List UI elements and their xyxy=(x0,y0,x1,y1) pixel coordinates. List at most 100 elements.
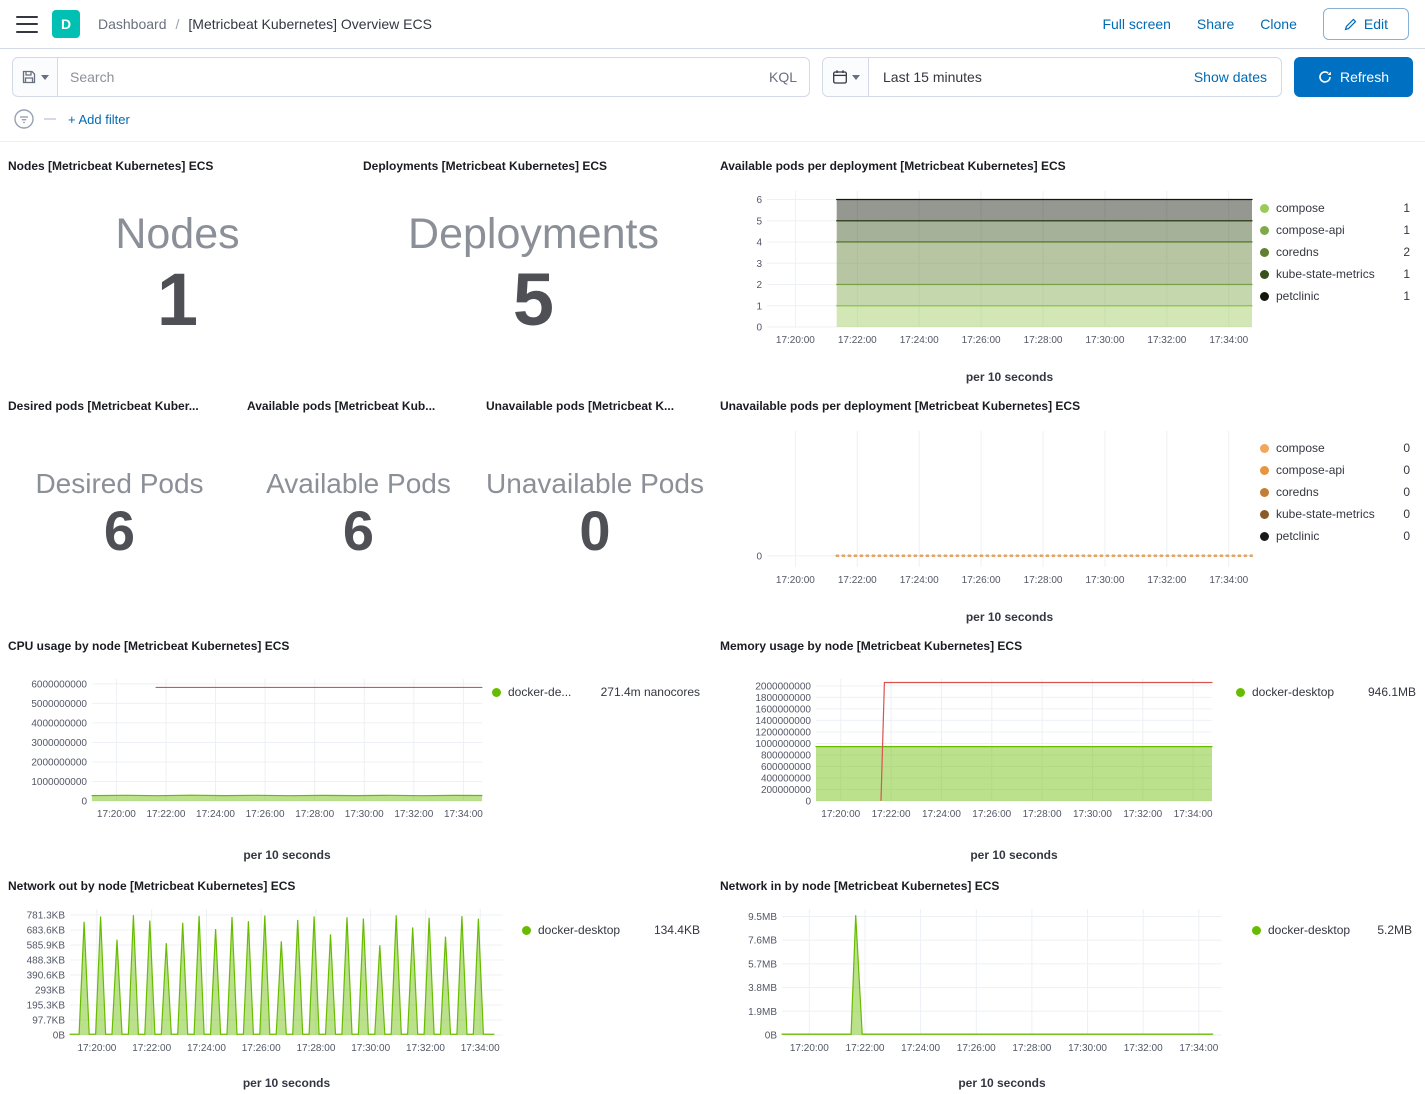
legend-item[interactable]: coredns0 xyxy=(1260,485,1410,499)
chart-legend: docker-de...271.4m nanocores xyxy=(492,685,700,699)
panel-title-memory-usage[interactable]: Memory usage by node [Metricbeat Kuberne… xyxy=(712,629,1425,653)
series-color-dot xyxy=(522,926,531,935)
series-value: 946.1MB xyxy=(1360,685,1416,699)
filter-icon[interactable] xyxy=(12,107,36,131)
legend-item[interactable]: compose-api1 xyxy=(1260,223,1410,237)
svg-text:0: 0 xyxy=(756,551,762,562)
legend-item[interactable]: coredns2 xyxy=(1260,245,1410,259)
hamburger-menu-icon[interactable] xyxy=(16,16,38,33)
legend-item[interactable]: kube-state-metrics1 xyxy=(1260,267,1410,281)
memory-usage-chart: 17:20:0017:22:0017:24:0017:26:0017:28:00… xyxy=(712,655,1220,865)
panel-title-desired-pods[interactable]: Desired pods [Metricbeat Kuber... xyxy=(0,389,239,413)
series-color-dot xyxy=(1260,248,1269,257)
panel-title-cpu-usage[interactable]: CPU usage by node [Metricbeat Kubernetes… xyxy=(0,629,712,653)
svg-text:17:22:00: 17:22:00 xyxy=(846,1043,885,1054)
refresh-button[interactable]: Refresh xyxy=(1294,57,1413,97)
svg-text:390.6KB: 390.6KB xyxy=(27,970,66,981)
breadcrumb-dashboard[interactable]: Dashboard xyxy=(98,16,167,32)
panel-available-pods: Available pods [Metricbeat Kub... Availa… xyxy=(239,389,478,629)
chart-legend: docker-desktop134.4KB xyxy=(522,923,700,937)
svg-text:17:32:00: 17:32:00 xyxy=(1147,575,1186,586)
svg-text:585.9KB: 585.9KB xyxy=(27,940,66,951)
svg-text:195.3KB: 195.3KB xyxy=(27,1000,66,1011)
metric-value: 1 xyxy=(157,263,198,337)
show-dates-link[interactable]: Show dates xyxy=(1194,69,1281,85)
panel-title-deployments[interactable]: Deployments [Metricbeat Kubernetes] ECS xyxy=(355,149,712,173)
add-filter-link[interactable]: + Add filter xyxy=(68,112,130,127)
search-input[interactable] xyxy=(70,69,761,85)
panel-title-network-out[interactable]: Network out by node [Metricbeat Kubernet… xyxy=(0,869,712,893)
svg-text:781.3KB: 781.3KB xyxy=(27,910,66,921)
breadcrumb-current-page: [Metricbeat Kubernetes] Overview ECS xyxy=(188,16,432,32)
legend-item[interactable]: compose0 xyxy=(1260,441,1410,455)
panel-title-nodes[interactable]: Nodes [Metricbeat Kubernetes] ECS xyxy=(0,149,355,173)
legend-item[interactable]: compose-api0 xyxy=(1260,463,1410,477)
svg-text:17:26:00: 17:26:00 xyxy=(957,1043,996,1054)
svg-text:5.7MB: 5.7MB xyxy=(748,959,777,970)
legend-item[interactable]: docker-desktop946.1MB xyxy=(1236,685,1416,699)
panel-deployments: Deployments [Metricbeat Kubernetes] ECS … xyxy=(355,149,712,389)
legend-item[interactable]: docker-de...271.4m nanocores xyxy=(492,685,700,699)
svg-text:1: 1 xyxy=(756,301,762,312)
svg-text:17:30:00: 17:30:00 xyxy=(345,809,384,820)
metric-label: Nodes xyxy=(115,211,239,258)
svg-text:17:32:00: 17:32:00 xyxy=(406,1043,445,1054)
app-logo[interactable]: D xyxy=(52,10,80,38)
chevron-down-icon xyxy=(41,75,49,80)
svg-text:0B: 0B xyxy=(765,1031,778,1042)
legend-item[interactable]: docker-desktop5.2MB xyxy=(1252,923,1412,937)
panel-network-in: Network in by node [Metricbeat Kubernete… xyxy=(712,869,1425,1094)
series-color-dot xyxy=(1260,444,1269,453)
date-quick-select-button[interactable] xyxy=(823,58,869,96)
panel-title-unavailable-pods-chart[interactable]: Unavailable pods per deployment [Metricb… xyxy=(712,389,1425,413)
svg-text:per 10 seconds: per 10 seconds xyxy=(958,1076,1046,1090)
chart-legend: compose1 compose-api1 coredns2 kube-state-m… xyxy=(1260,201,1410,303)
panel-title-unavailable-pods[interactable]: Unavailable pods [Metricbeat K... xyxy=(478,389,712,413)
series-value: 0 xyxy=(1395,441,1410,455)
svg-text:3.8MB: 3.8MB xyxy=(748,983,777,994)
refresh-button-label: Refresh xyxy=(1340,69,1389,85)
svg-text:3: 3 xyxy=(756,259,762,270)
panel-memory-usage: Memory usage by node [Metricbeat Kuberne… xyxy=(712,629,1425,869)
series-value: 134.4KB xyxy=(646,923,700,937)
kql-badge[interactable]: KQL xyxy=(761,69,797,85)
svg-text:17:20:00: 17:20:00 xyxy=(97,809,136,820)
metric-value: 6 xyxy=(104,503,135,559)
svg-text:3000000000: 3000000000 xyxy=(31,738,87,749)
legend-item[interactable]: compose1 xyxy=(1260,201,1410,215)
svg-text:17:28:00: 17:28:00 xyxy=(1012,1043,1051,1054)
svg-text:17:30:00: 17:30:00 xyxy=(1073,809,1112,820)
svg-text:17:32:00: 17:32:00 xyxy=(1147,335,1186,346)
svg-text:6: 6 xyxy=(756,195,762,206)
panel-title-available-pods[interactable]: Available pods [Metricbeat Kub... xyxy=(239,389,478,413)
svg-text:17:28:00: 17:28:00 xyxy=(295,809,334,820)
full-screen-link[interactable]: Full screen xyxy=(1102,16,1170,32)
svg-text:2000000000: 2000000000 xyxy=(31,757,87,768)
legend-item[interactable]: petclinic1 xyxy=(1260,289,1410,303)
edit-button[interactable]: Edit xyxy=(1323,8,1409,40)
filter-divider xyxy=(44,118,56,120)
network-out-chart: 17:20:0017:22:0017:24:0017:26:0017:28:00… xyxy=(0,891,515,1093)
clone-link[interactable]: Clone xyxy=(1260,16,1297,32)
legend-item[interactable]: petclinic0 xyxy=(1260,529,1410,543)
svg-text:17:32:00: 17:32:00 xyxy=(394,809,433,820)
svg-text:17:34:00: 17:34:00 xyxy=(1179,1043,1218,1054)
series-color-dot xyxy=(1260,532,1269,541)
series-value: 1 xyxy=(1395,267,1410,281)
svg-text:0: 0 xyxy=(81,797,87,808)
svg-text:17:28:00: 17:28:00 xyxy=(1024,575,1063,586)
cpu-usage-chart: 17:20:0017:22:0017:24:0017:26:0017:28:00… xyxy=(0,655,490,865)
series-color-dot xyxy=(1260,292,1269,301)
time-range-display[interactable]: Last 15 minutes xyxy=(869,69,996,85)
breadcrumb: Dashboard / [Metricbeat Kubernetes] Over… xyxy=(98,16,432,32)
panel-title-network-in[interactable]: Network in by node [Metricbeat Kubernete… xyxy=(712,869,1425,893)
panel-title-available-pods-chart[interactable]: Available pods per deployment [Metricbea… xyxy=(712,149,1425,173)
share-link[interactable]: Share xyxy=(1197,16,1234,32)
legend-item[interactable]: kube-state-metrics0 xyxy=(1260,507,1410,521)
svg-text:17:28:00: 17:28:00 xyxy=(296,1043,335,1054)
unavailable-pods-metric: Unavailable Pods 0 xyxy=(478,417,712,611)
saved-query-menu-button[interactable] xyxy=(12,57,58,97)
legend-item[interactable]: docker-desktop134.4KB xyxy=(522,923,700,937)
svg-text:17:34:00: 17:34:00 xyxy=(1209,335,1248,346)
svg-text:17:24:00: 17:24:00 xyxy=(187,1043,226,1054)
